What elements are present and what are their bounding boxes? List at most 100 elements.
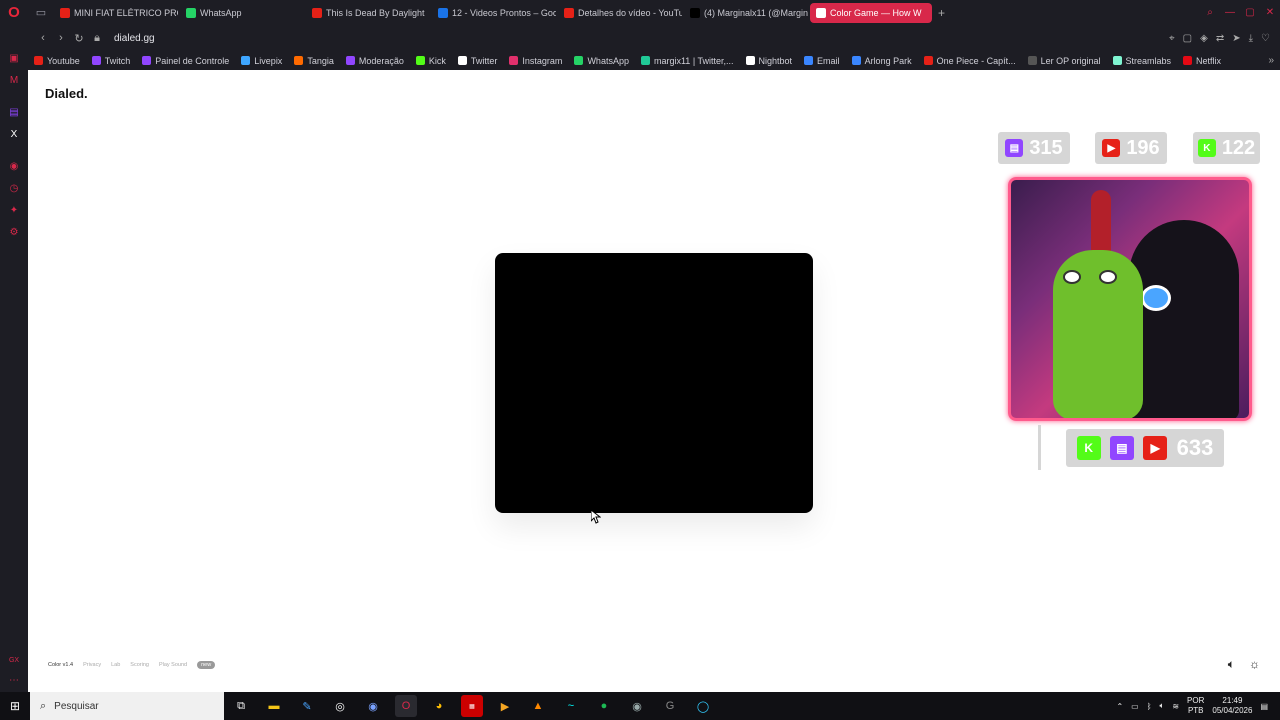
- heart-icon[interactable]: ♡: [1261, 33, 1270, 44]
- sound-icon[interactable]: 🔈︎: [1228, 657, 1235, 672]
- steam-icon[interactable]: ◎: [329, 695, 351, 717]
- bluetooth-icon[interactable]: ᛒ: [1147, 702, 1152, 711]
- bookmark-item[interactable]: Kick: [415, 56, 446, 66]
- bookmark-icon: [1112, 56, 1122, 65]
- app-icon[interactable]: G: [659, 695, 681, 717]
- theme-toggle-icon[interactable]: ☼: [1249, 657, 1260, 672]
- close-window-icon[interactable]: ✕: [1264, 7, 1276, 18]
- reload-icon[interactable]: ↻: [70, 32, 88, 45]
- app-icon[interactable]: ◯: [692, 695, 714, 717]
- site-logo[interactable]: Dialed.: [45, 86, 88, 101]
- extensions-sidebar-icon[interactable]: ✦: [8, 205, 20, 217]
- bookmark-label: Youtube: [47, 55, 80, 66]
- app-icon[interactable]: ◉: [362, 695, 384, 717]
- bookmark-item[interactable]: Netflix: [1183, 56, 1221, 66]
- opera-gx-icon[interactable]: O: [395, 695, 417, 717]
- windows-start-icon[interactable]: ⊞: [0, 692, 30, 720]
- app-icon[interactable]: ◉: [626, 695, 648, 717]
- bookmark-item[interactable]: One Piece - Capít...: [923, 55, 1016, 66]
- bookmark-item[interactable]: Nightbot: [745, 56, 792, 66]
- browser-tab[interactable]: Detalhes do vídeo - YouTu: [558, 3, 682, 23]
- youtube-icon: ▶: [1143, 436, 1168, 460]
- network-icon[interactable]: ▭: [1131, 702, 1139, 711]
- minimize-icon[interactable]: —: [1224, 7, 1236, 18]
- bookmark-item[interactable]: Arlong Park: [851, 56, 912, 66]
- browser-tab[interactable]: WhatsApp: [180, 3, 304, 23]
- bookmark-item[interactable]: WhatsApp: [574, 56, 629, 66]
- browser-tab[interactable]: 12 - Videos Prontos – Goo: [432, 3, 556, 23]
- tab-menu-icon[interactable]: ▭: [28, 0, 54, 25]
- bookmark-item[interactable]: Youtube: [34, 56, 80, 66]
- history-sidebar-icon[interactable]: ◷: [8, 183, 20, 195]
- tray-expand-icon[interactable]: ⌃: [1116, 702, 1123, 711]
- play-sound-link[interactable]: Play Sound: [159, 662, 187, 668]
- bookmark-item[interactable]: Ler OP original: [1027, 56, 1101, 66]
- settings-sidebar-icon[interactable]: ⚙: [8, 227, 20, 239]
- url-field[interactable]: dialed.gg: [114, 33, 155, 44]
- file-explorer-icon[interactable]: ▬: [263, 695, 285, 717]
- pin-icon[interactable]: ⌖: [1169, 33, 1175, 44]
- bookmark-icon: [1027, 56, 1037, 65]
- volume-icon[interactable]: 🔈︎: [1160, 701, 1165, 711]
- x-sidebar-icon[interactable]: X: [8, 129, 20, 141]
- tab-title: This Is Dead By Daylight: [326, 7, 425, 18]
- clock[interactable]: 21:49 05/04/2026: [1212, 696, 1252, 716]
- send-icon[interactable]: ➤: [1232, 33, 1240, 44]
- browser-tab[interactable]: MINI FIAT ELÉTRICO PROI: [54, 3, 178, 23]
- bookmark-icon: [241, 56, 251, 65]
- browser-tab[interactable]: (4) Marginalx11 (@Margin: [684, 3, 808, 23]
- bookmarks-more-icon[interactable]: »: [1268, 55, 1274, 66]
- version-label: Color v1.4: [48, 662, 74, 668]
- browser-tab[interactable]: This Is Dead By Daylight: [306, 3, 430, 23]
- task-view-icon[interactable]: ⧉: [230, 695, 252, 717]
- bookmark-item[interactable]: Twitch: [91, 56, 130, 66]
- spotify-icon[interactable]: ●: [593, 695, 615, 717]
- tab-favicon-icon: [438, 7, 448, 18]
- player-sidebar-icon[interactable]: ◉: [8, 161, 20, 173]
- privacy-link[interactable]: Privacy: [83, 662, 101, 668]
- back-icon[interactable]: ‹: [34, 32, 52, 44]
- bookmark-item[interactable]: Tangia: [294, 56, 334, 66]
- screenshot-icon[interactable]: ▢: [1183, 33, 1192, 44]
- youtube-sidebar-icon[interactable]: ▣: [8, 53, 20, 65]
- chrome-icon[interactable]: ◕: [428, 695, 450, 717]
- bookmark-item[interactable]: Moderação: [345, 56, 404, 66]
- scoring-link[interactable]: Scoring: [130, 662, 149, 668]
- twitch-sidebar-icon[interactable]: ▤: [8, 107, 20, 119]
- color-game-canvas[interactable]: [495, 253, 813, 513]
- more-sidebar-icon[interactable]: ⋯: [8, 675, 20, 687]
- bookmark-label: One Piece - Capít...: [936, 55, 1016, 66]
- maximize-icon[interactable]: ▢: [1244, 7, 1256, 18]
- opera-logo-icon[interactable]: O: [0, 0, 28, 25]
- search-tabs-icon[interactable]: ⌕: [1204, 7, 1216, 18]
- wifi-icon[interactable]: ≋: [1172, 702, 1179, 711]
- shield-icon[interactable]: ◈: [1200, 33, 1208, 44]
- forward-icon[interactable]: ›: [52, 32, 70, 44]
- media-icon[interactable]: ▶: [494, 695, 516, 717]
- bookmark-item[interactable]: Painel de Controle: [142, 56, 229, 66]
- bookmark-item[interactable]: Instagram: [509, 56, 562, 66]
- vlc-icon[interactable]: ▲: [527, 695, 549, 717]
- download-icon[interactable]: ⤓: [1249, 33, 1253, 44]
- bookmark-item[interactable]: Streamlabs: [1112, 56, 1171, 66]
- taskbar-search[interactable]: ⌕ Pesquisar: [30, 692, 224, 720]
- lab-link[interactable]: Lab: [111, 662, 120, 668]
- youtube-icon: ▶: [1102, 139, 1121, 157]
- translate-icon[interactable]: ⇄: [1216, 33, 1224, 44]
- bookmark-item[interactable]: Email: [804, 56, 840, 66]
- gmail-sidebar-icon[interactable]: M: [8, 75, 20, 87]
- bookmark-icon: [142, 56, 152, 65]
- bookmark-item[interactable]: margix11 | Twitter,...: [640, 56, 734, 66]
- notepad-icon[interactable]: ✎: [296, 695, 318, 717]
- app-icon[interactable]: ▦: [461, 695, 483, 717]
- language-indicator[interactable]: POR PTB: [1187, 696, 1204, 716]
- bookmark-icon: [294, 56, 304, 65]
- notifications-icon[interactable]: ▤: [1260, 702, 1268, 711]
- bookmark-item[interactable]: Livepix: [241, 56, 282, 66]
- browser-tab[interactable]: Color Game — How W: [810, 2, 932, 23]
- gx-sidebar-icon[interactable]: GX: [8, 655, 20, 667]
- new-tab-button[interactable]: +: [938, 6, 945, 20]
- terminal-icon[interactable]: ~: [560, 695, 582, 717]
- bookmark-item[interactable]: Twitter: [457, 56, 497, 66]
- bookmark-icon: [574, 56, 584, 65]
